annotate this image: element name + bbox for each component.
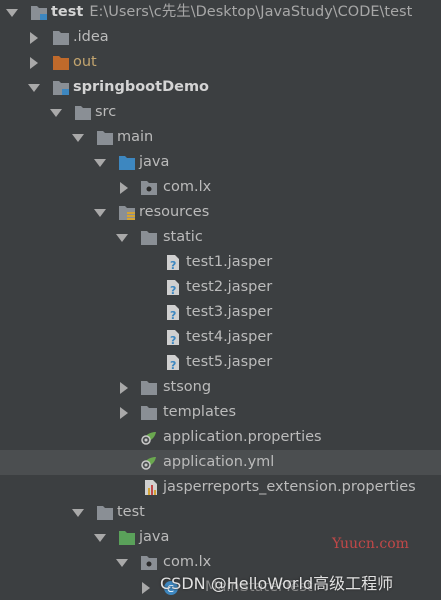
chevron-down-icon[interactable] — [94, 150, 106, 175]
tree-row-com-lx[interactable]: com.lx — [0, 175, 441, 200]
tree-row-jasper[interactable]: ? test1.jasper — [0, 250, 441, 275]
module-folder-icon — [53, 81, 69, 95]
spring-config-icon — [141, 432, 156, 445]
chevron-down-icon[interactable] — [116, 225, 128, 250]
tree-row-src[interactable]: src — [0, 100, 441, 125]
folder-icon — [141, 231, 157, 245]
root-label: test — [51, 4, 84, 20]
chevron-down-icon[interactable] — [6, 0, 18, 25]
tree-row-jasper[interactable]: ? test3.jasper — [0, 300, 441, 325]
tree-row-app-properties[interactable]: application.properties — [0, 425, 441, 450]
folder-icon — [53, 31, 69, 45]
app-yml-label: application.yml — [163, 454, 275, 470]
unknown-file-icon: ? — [167, 330, 179, 346]
source-folder-icon — [119, 156, 135, 170]
chevron-down-icon[interactable] — [50, 100, 62, 125]
tree-row-jasper[interactable]: ? test2.jasper — [0, 275, 441, 300]
module-label: springbootDemo — [73, 79, 210, 95]
jasper-label: test5.jasper — [186, 354, 273, 370]
chevron-down-icon[interactable] — [28, 75, 40, 100]
tree-row-out[interactable]: out — [0, 50, 441, 75]
chevron-right-icon[interactable] — [28, 50, 40, 75]
unknown-file-icon: ? — [167, 280, 179, 296]
tree-row-templates[interactable]: templates — [0, 400, 441, 425]
csdn-watermark: CSDN @HelloWorld高级工程师 — [160, 574, 394, 593]
jasper-label: test2.jasper — [186, 279, 273, 295]
site-watermark: Yuucn.com — [332, 536, 409, 552]
tree-row-stsong[interactable]: stsong — [0, 375, 441, 400]
chevron-down-icon[interactable] — [94, 200, 106, 225]
folder-icon — [75, 106, 91, 120]
chevron-down-icon[interactable] — [72, 125, 84, 150]
main-java-label: java — [139, 154, 170, 170]
static-label: static — [163, 229, 203, 245]
tree-row-jasper[interactable]: ? test4.jasper — [0, 325, 441, 350]
tree-row-root[interactable]: test E:\Users\c先生\Desktop\JavaStudy\CODE\… — [0, 0, 441, 25]
jasper-label: test1.jasper — [186, 254, 273, 270]
tree-row-main[interactable]: main — [0, 125, 441, 150]
tree-row-jasper[interactable]: ? test5.jasper — [0, 350, 441, 375]
jasper-label: test4.jasper — [186, 329, 273, 345]
tree-row-idea[interactable]: .idea — [0, 25, 441, 50]
module-folder-icon — [31, 6, 47, 20]
unknown-file-icon: ? — [167, 355, 179, 371]
folder-icon — [141, 381, 157, 395]
folder-icon — [97, 131, 113, 145]
stsong-label: stsong — [163, 379, 212, 395]
jasper-label: test3.jasper — [186, 304, 273, 320]
tree-row-app-yml[interactable]: application.yml — [0, 450, 441, 475]
templates-label: templates — [163, 404, 237, 420]
tree-row-resources[interactable]: resources — [0, 200, 441, 225]
main-label: main — [117, 129, 154, 145]
tree-row-static[interactable]: static — [0, 225, 441, 250]
unknown-file-icon: ? — [167, 305, 179, 321]
properties-file-icon — [145, 480, 157, 495]
folder-icon — [141, 406, 157, 420]
test-java-label: java — [139, 529, 170, 545]
tree-row-jr-extension[interactable]: jasperreports_extension.properties — [0, 475, 441, 500]
chevron-right-icon[interactable] — [140, 575, 152, 600]
root-path: E:\Users\c先生\Desktop\JavaStudy\CODE\test — [89, 4, 413, 20]
package-icon — [141, 556, 157, 570]
spring-config-icon — [141, 457, 156, 470]
svg-text:?: ? — [170, 284, 176, 296]
app-properties-label: application.properties — [163, 429, 322, 445]
excluded-folder-icon — [53, 56, 69, 70]
tree-row-test[interactable]: test — [0, 500, 441, 525]
tree-row-module[interactable]: springbootDemo — [0, 75, 441, 100]
folder-icon — [97, 506, 113, 520]
unknown-file-icon: ? — [167, 255, 179, 271]
chevron-right-icon[interactable] — [118, 375, 130, 400]
chevron-down-icon[interactable] — [116, 550, 128, 575]
svg-text:?: ? — [170, 309, 176, 321]
test-source-folder-icon — [119, 531, 135, 545]
svg-text:?: ? — [170, 359, 176, 371]
com-lx-label: com.lx — [163, 179, 212, 195]
resources-label: resources — [139, 204, 210, 220]
out-label: out — [73, 54, 97, 70]
src-label: src — [95, 104, 117, 120]
chevron-down-icon[interactable] — [94, 525, 106, 550]
chevron-down-icon[interactable] — [72, 500, 84, 525]
test-label: test — [117, 504, 145, 520]
chevron-right-icon[interactable] — [118, 175, 130, 200]
package-icon — [141, 181, 157, 195]
resources-folder-icon — [119, 206, 135, 220]
chevron-right-icon[interactable] — [28, 25, 40, 50]
svg-text:?: ? — [170, 259, 176, 271]
svg-text:?: ? — [170, 334, 176, 346]
chevron-right-icon[interactable] — [118, 400, 130, 425]
idea-label: .idea — [73, 29, 109, 45]
jr-extension-label: jasperreports_extension.properties — [163, 479, 416, 495]
tree-row-main-java[interactable]: java — [0, 150, 441, 175]
